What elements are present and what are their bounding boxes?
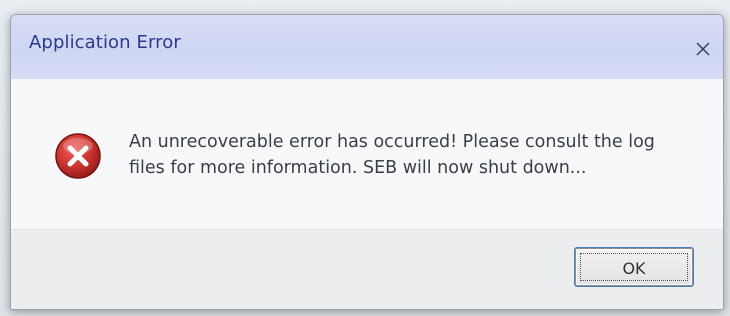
- title-bar: Application Error: [11, 15, 723, 79]
- ok-button[interactable]: OK: [575, 248, 693, 286]
- window-title: Application Error: [29, 32, 181, 53]
- application-error-dialog: Application Error An unrecoverable error…: [10, 14, 724, 310]
- screen-background: Application Error An unrecoverable error…: [0, 0, 730, 316]
- error-message: An unrecoverable error has occurred! Ple…: [129, 132, 655, 178]
- close-button[interactable]: [689, 35, 717, 63]
- dialog-content: An unrecoverable error has occurred! Ple…: [11, 79, 723, 229]
- error-icon: [55, 133, 101, 179]
- ok-button-label: OK: [622, 258, 646, 278]
- button-bar: OK: [11, 229, 723, 309]
- close-icon: [696, 42, 710, 56]
